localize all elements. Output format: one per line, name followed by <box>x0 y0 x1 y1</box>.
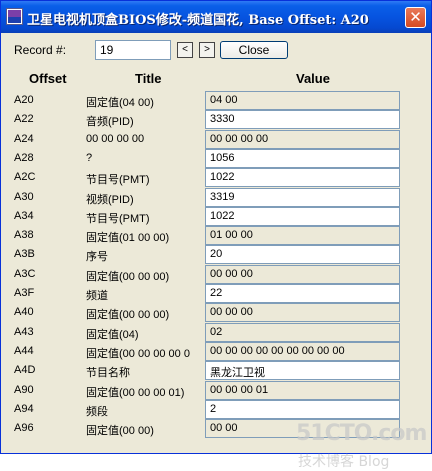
previous-record-button[interactable]: < <box>177 42 193 58</box>
offset-column-header: Offset <box>29 71 67 86</box>
field-value-input[interactable]: 3319 <box>205 188 400 207</box>
field-title: 视频(PID) <box>86 194 134 206</box>
field-title: 频段 <box>86 406 108 418</box>
field-row: A30 视频(PID) 3319 <box>4 188 428 207</box>
field-offset: A20 <box>14 94 34 106</box>
record-number-input[interactable]: 19 <box>95 40 171 60</box>
field-offset: A96 <box>14 422 34 434</box>
field-row: A28? 1056 <box>4 149 428 168</box>
field-value-readonly[interactable]: 02 <box>205 323 400 342</box>
field-value-input[interactable]: 1056 <box>205 149 400 168</box>
field-title: 固定值(00 00 00) <box>86 271 170 283</box>
field-offset: A90 <box>14 384 34 396</box>
field-offset: A3C <box>14 268 36 280</box>
watermark-subtitle: 技术博客 Blog <box>298 454 390 470</box>
field-row: A40 固定值(00 00 00) 00 00 00 <box>4 303 428 322</box>
field-offset: A94 <box>14 403 34 415</box>
field-title: 序号 <box>86 251 108 263</box>
field-offset: A3F <box>14 287 35 299</box>
field-title: 节目号(PMT) <box>86 213 150 225</box>
field-value-input[interactable]: 黑龙江卫视 <box>205 361 400 380</box>
field-title: 固定值(00 00) <box>86 425 154 437</box>
field-value-input[interactable]: 1022 <box>205 168 400 187</box>
field-offset: A34 <box>14 210 34 222</box>
field-value-input[interactable]: 2 <box>205 400 400 419</box>
next-record-button[interactable]: > <box>199 42 215 58</box>
field-row: A3B 序号 20 <box>4 245 428 264</box>
field-title: 固定值(04 00) <box>86 97 154 109</box>
record-label: Record #: <box>14 43 67 57</box>
field-title: 固定值(00 00 00 01) <box>86 387 185 399</box>
title-bar[interactable]: 卫星电视机顶盒BIOS修改-频道国花, Base Offset: A20 ✕ <box>1 1 431 33</box>
field-title: 固定值(00 00 00) <box>86 309 170 321</box>
field-offset: A44 <box>14 345 34 357</box>
field-offset: A38 <box>14 229 34 241</box>
field-row: A3F 频道 22 <box>4 284 428 303</box>
field-value-readonly[interactable]: 00 00 00 00 00 00 00 00 00 <box>205 342 400 361</box>
title-column-header: Title <box>135 71 162 86</box>
field-row: A94 频段 2 <box>4 400 428 419</box>
watermark-logo: 51CTO.com <box>296 421 427 446</box>
field-title: 00 00 00 00 <box>86 133 145 145</box>
field-row: A20 固定值(04 00) 04 00 <box>4 91 428 110</box>
field-row: A34 节目号(PMT) 1022 <box>4 207 428 226</box>
field-title: 节目号(PMT) <box>86 174 150 186</box>
field-offset: A30 <box>14 191 34 203</box>
field-title: 固定值(01 00 00) <box>86 232 170 244</box>
field-offset: A43 <box>14 326 34 338</box>
field-value-input[interactable]: 22 <box>205 284 400 303</box>
window-title: 卫星电视机顶盒BIOS修改-频道国花, Base Offset: A20 <box>27 13 369 28</box>
close-button[interactable]: Close <box>220 41 288 59</box>
field-offset: A2C <box>14 171 36 183</box>
field-value-input[interactable]: 20 <box>205 245 400 264</box>
field-value-readonly[interactable]: 00 00 00 <box>205 303 400 322</box>
field-title: 频道 <box>86 290 108 302</box>
field-value-readonly[interactable]: 00 00 00 01 <box>205 381 400 400</box>
field-row: A38 固定值(01 00 00) 01 00 00 <box>4 226 428 245</box>
field-row: A44 固定值(00 00 00 00 0 00 00 00 00 00 00 00… <box>4 342 428 361</box>
field-title: 固定值(00 00 00 00 0 <box>86 348 190 360</box>
window-close-button[interactable]: ✕ <box>405 7 426 28</box>
field-title: 节目名称 <box>86 367 130 379</box>
value-column-header: Value <box>296 71 330 86</box>
field-offset: A28 <box>14 152 34 164</box>
field-value-input[interactable]: 1022 <box>205 207 400 226</box>
field-row: A43 固定值(04) 02 <box>4 323 428 342</box>
field-row: A4D 节目名称 黑龙江卫视 <box>4 361 428 380</box>
field-row: A22 音频(PID) 3330 <box>4 110 428 129</box>
field-row: A2C 节目号(PMT) 1022 <box>4 168 428 187</box>
field-row: A3C 固定值(00 00 00) 00 00 00 <box>4 265 428 284</box>
field-value-readonly[interactable]: 00 00 00 00 <box>205 130 400 149</box>
field-value-readonly[interactable]: 00 00 00 <box>205 265 400 284</box>
field-offset: A3B <box>14 248 35 260</box>
field-value-input[interactable]: 3330 <box>205 110 400 129</box>
field-offset: A24 <box>14 133 34 145</box>
field-row: A24 00 00 00 00 00 00 00 00 <box>4 130 428 149</box>
field-offset: A22 <box>14 113 34 125</box>
field-offset: A4D <box>14 364 36 376</box>
field-row: A90 固定值(00 00 00 01) 00 00 00 01 <box>4 381 428 400</box>
field-title: 固定值(04) <box>86 329 139 341</box>
field-title: ? <box>86 152 93 164</box>
field-value-readonly[interactable]: 04 00 <box>205 91 400 110</box>
field-value-readonly[interactable]: 01 00 00 <box>205 226 400 245</box>
field-title: 音频(PID) <box>86 116 134 128</box>
field-offset: A40 <box>14 306 34 318</box>
app-window: 卫星电视机顶盒BIOS修改-频道国花, Base Offset: A20 ✕ R… <box>0 0 432 470</box>
app-icon <box>6 8 23 25</box>
form-body: Record #: 19 < > Close Offset Title Valu… <box>4 33 428 470</box>
